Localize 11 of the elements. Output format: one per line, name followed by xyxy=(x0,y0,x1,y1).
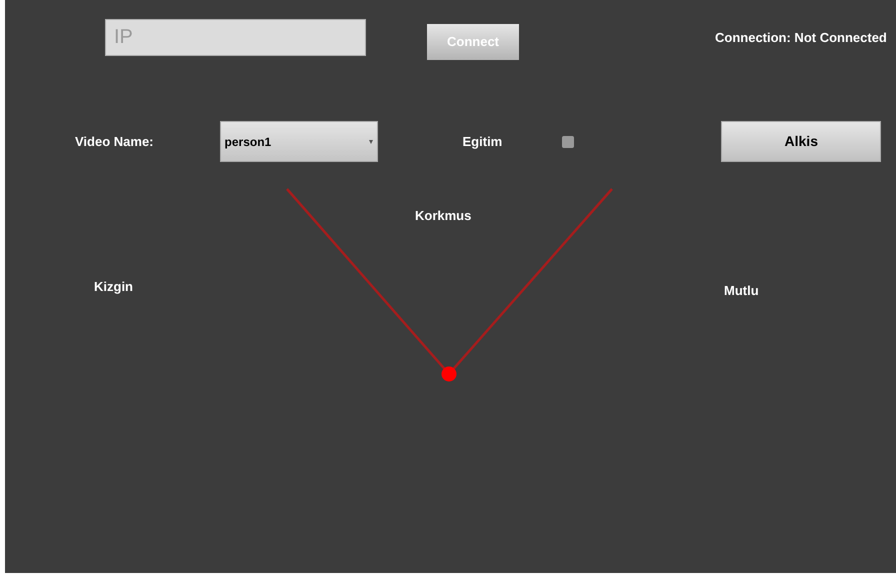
emotion-label: Kizgin xyxy=(94,278,133,296)
egitim-checkbox[interactable] xyxy=(562,136,574,148)
emotion-label: Korkmus xyxy=(415,207,472,225)
video-name-label: Video Name: xyxy=(75,132,154,151)
video-name-dropdown[interactable]: person1 xyxy=(220,121,378,162)
connection-status: Connection: Not Connected xyxy=(715,29,887,47)
emotion-label: Mutlu xyxy=(724,282,759,300)
ip-field[interactable]: IP xyxy=(105,19,366,56)
caret-icon xyxy=(368,140,373,144)
alkis-button[interactable]: Alkis xyxy=(721,121,882,162)
egitim-label: Egitim xyxy=(462,132,502,151)
